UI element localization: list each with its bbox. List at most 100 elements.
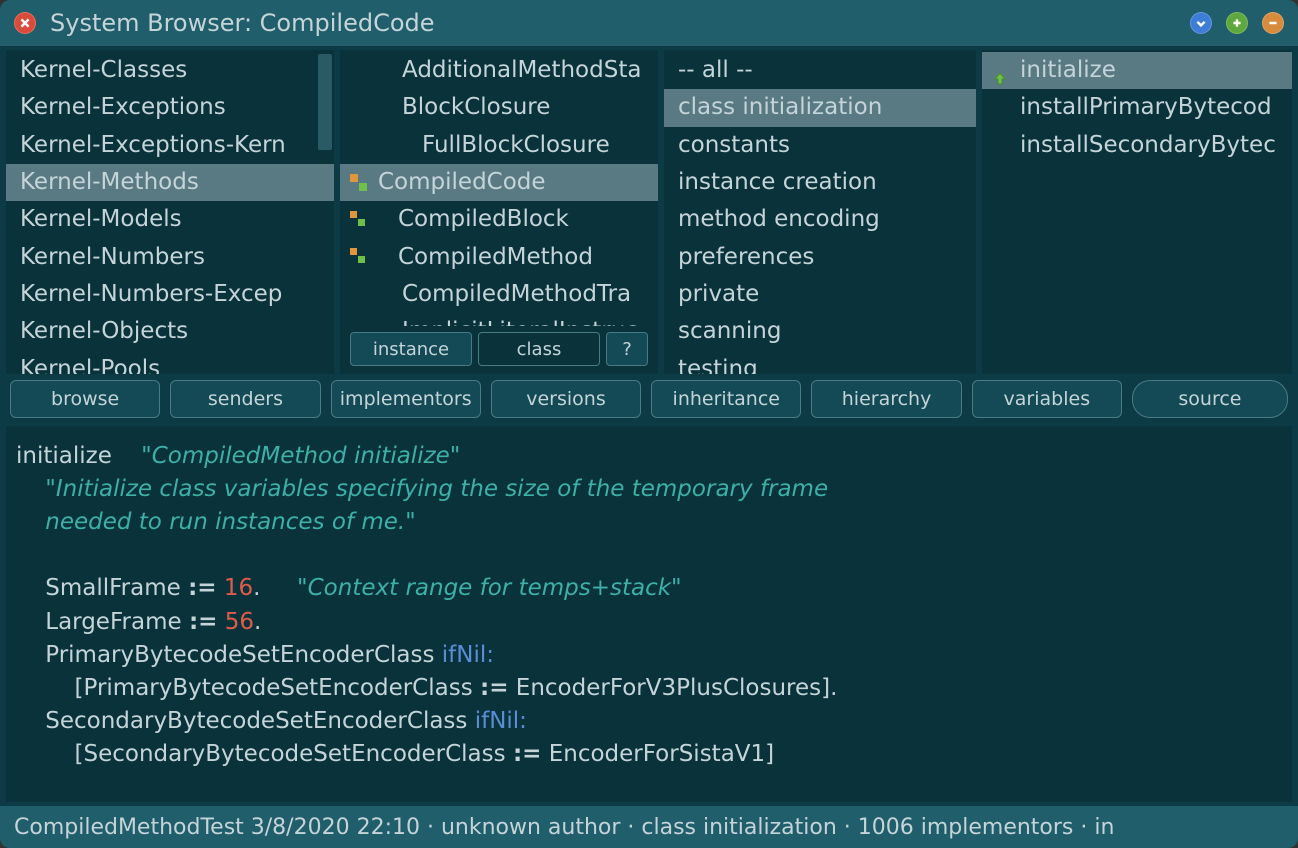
category-item[interactable]: Kernel-Pools (6, 351, 334, 374)
class-hierarchy-icon (350, 248, 368, 266)
class-item[interactable]: AdditionalMethodSta (340, 52, 658, 89)
method-pane: initialize installPrimaryBytecod install… (982, 50, 1292, 374)
code-assign: := (480, 675, 508, 701)
category-pane: Kernel-Classes Kernel-Exceptions Kernel-… (6, 50, 334, 374)
code-text: [SecondaryBytecodeSetEncoderClass (75, 741, 513, 767)
method-label: initialize (1020, 54, 1116, 87)
browser-panes: Kernel-Classes Kernel-Exceptions Kernel-… (0, 46, 1298, 374)
method-item[interactable]: installPrimaryBytecod (982, 89, 1292, 126)
protocol-item[interactable]: private (664, 276, 976, 313)
code-text: SecondaryBytecodeSetEncoderClass (45, 708, 474, 734)
category-list[interactable]: Kernel-Classes Kernel-Exceptions Kernel-… (6, 50, 334, 374)
code-comment: "CompiledMethod initialize" (141, 443, 460, 469)
category-item[interactable]: Kernel-Exceptions (6, 89, 334, 126)
category-item[interactable]: Kernel-Classes (6, 52, 334, 89)
class-pane: AdditionalMethodSta BlockClosure FullBlo… (340, 50, 658, 374)
protocol-item[interactable]: scanning (664, 313, 976, 350)
category-item[interactable]: Kernel-Objects (6, 313, 334, 350)
minimize-icon[interactable] (1262, 12, 1284, 34)
class-hierarchy-icon (350, 174, 368, 192)
class-item[interactable]: CompiledMethodTra (340, 276, 658, 313)
code-assign: := (513, 741, 541, 767)
code-keyword: ifNil: (475, 708, 527, 734)
protocol-item[interactable]: class initialization (664, 89, 976, 126)
category-item[interactable]: Kernel-Exceptions-Kern (6, 127, 334, 164)
protocol-list[interactable]: -- all -- class initialization constants… (664, 50, 976, 374)
code-text: PrimaryBytecodeSetEncoderClass (45, 642, 442, 668)
senders-button[interactable]: senders (170, 380, 320, 418)
class-item[interactable]: FullBlockClosure (340, 127, 658, 164)
class-label: BlockClosure (402, 91, 550, 124)
class-item[interactable]: CompiledCode (340, 164, 658, 201)
help-button[interactable]: ? (606, 332, 648, 366)
code-number: 16 (217, 575, 254, 601)
class-label: CompiledCode (378, 166, 546, 199)
code-text: EncoderForV3PlusClosures]. (508, 675, 837, 701)
status-bar: CompiledMethodTest 3/8/2020 22:10 · unkn… (0, 806, 1298, 848)
protocol-item[interactable]: preferences (664, 239, 976, 276)
code-text: . (254, 609, 261, 635)
code-comment: "Context range for temps+stack" (297, 575, 682, 601)
browse-button[interactable]: browse (10, 380, 160, 418)
method-label: installPrimaryBytecod (1020, 91, 1272, 124)
class-label: CompiledMethod (378, 241, 593, 274)
class-item[interactable]: CompiledBlock (340, 201, 658, 238)
window-title: System Browser: CompiledCode (50, 9, 1176, 37)
class-label: FullBlockClosure (422, 129, 610, 162)
class-side-switch: instance class ? (340, 326, 658, 374)
code-pane[interactable]: initialize "CompiledMethod initialize" "… (6, 426, 1292, 802)
method-item[interactable]: installSecondaryBytec (982, 127, 1292, 164)
code-text: LargeFrame (45, 609, 189, 635)
class-list[interactable]: AdditionalMethodSta BlockClosure FullBlo… (340, 50, 658, 326)
protocol-pane: -- all -- class initialization constants… (664, 50, 976, 374)
class-label: CompiledMethodTra (402, 278, 631, 311)
category-item[interactable]: Kernel-Numbers (6, 239, 334, 276)
versions-button[interactable]: versions (491, 380, 641, 418)
method-label: installSecondaryBytec (1020, 129, 1276, 162)
class-button[interactable]: class (478, 332, 600, 366)
code-assign: := (188, 575, 216, 601)
class-hierarchy-icon (350, 211, 368, 229)
class-label: CompiledBlock (378, 203, 569, 236)
category-item[interactable]: Kernel-Models (6, 201, 334, 238)
code-selector: initialize (16, 443, 112, 469)
category-item[interactable]: Kernel-Methods (6, 164, 334, 201)
arrow-up-icon (992, 63, 1008, 79)
source-button[interactable]: source (1132, 380, 1288, 418)
protocol-item[interactable]: -- all -- (664, 52, 976, 89)
class-label: ImplicitLiteralInstruc (402, 315, 638, 326)
code-comment: needed to run instances of me." (45, 509, 416, 535)
protocol-item[interactable]: testing (664, 351, 976, 374)
class-item[interactable]: CompiledMethod (340, 239, 658, 276)
collapse-icon[interactable] (1190, 12, 1212, 34)
code-text: [PrimaryBytecodeSetEncoderClass (75, 675, 481, 701)
protocol-item[interactable]: method encoding (664, 201, 976, 238)
code-number: 56 (217, 609, 254, 635)
titlebar: System Browser: CompiledCode (0, 0, 1298, 46)
protocol-item[interactable]: constants (664, 127, 976, 164)
code-keyword: ifNil: (442, 642, 494, 668)
inheritance-button[interactable]: inheritance (651, 380, 801, 418)
implementors-button[interactable]: implementors (331, 380, 481, 418)
toolbar: browse senders implementors versions inh… (0, 374, 1298, 424)
class-item[interactable]: ImplicitLiteralInstruc (340, 313, 658, 326)
class-label: AdditionalMethodSta (402, 54, 641, 87)
category-item[interactable]: Kernel-Numbers-Excep (6, 276, 334, 313)
window: System Browser: CompiledCode Kernel-Clas… (0, 0, 1298, 848)
close-icon[interactable] (14, 12, 36, 34)
code-comment: "Initialize class variables specifying t… (45, 476, 828, 502)
code-assign: := (189, 609, 217, 635)
code-text: SmallFrame (45, 575, 188, 601)
method-item[interactable]: initialize (982, 52, 1292, 89)
class-item[interactable]: BlockClosure (340, 89, 658, 126)
hierarchy-button[interactable]: hierarchy (811, 380, 961, 418)
code-text: EncoderForSistaV1] (541, 741, 774, 767)
method-list[interactable]: initialize installPrimaryBytecod install… (982, 50, 1292, 374)
variables-button[interactable]: variables (972, 380, 1122, 418)
instance-button[interactable]: instance (350, 332, 472, 366)
expand-icon[interactable] (1226, 12, 1248, 34)
scrollbar-thumb[interactable] (318, 54, 332, 150)
code-text: . (253, 575, 260, 601)
status-text: CompiledMethodTest 3/8/2020 22:10 · unkn… (14, 815, 1114, 840)
protocol-item[interactable]: instance creation (664, 164, 976, 201)
